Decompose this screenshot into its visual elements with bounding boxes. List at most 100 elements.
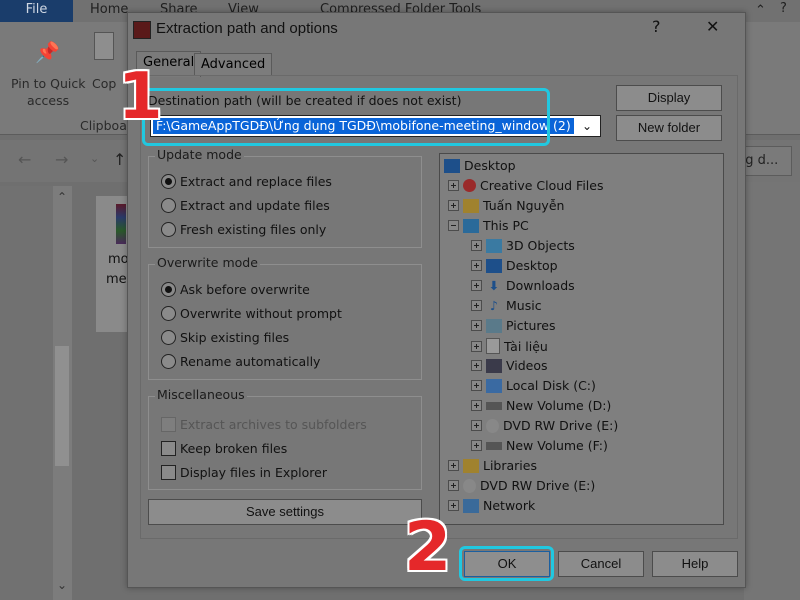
- tree-item-dvd-e[interactable]: DVD RW Drive (E:): [471, 418, 618, 433]
- check-display-in-explorer[interactable]: Display files in Explorer: [161, 465, 327, 480]
- tree-item-this-pc[interactable]: This PC: [448, 218, 529, 233]
- tree-item-3d-objects[interactable]: 3D Objects: [471, 238, 575, 253]
- tree-label: DVD RW Drive (E:): [480, 478, 596, 493]
- scroll-up-icon[interactable]: ⌃: [57, 190, 67, 204]
- radio-rename-automatically[interactable]: Rename automatically: [161, 354, 320, 369]
- file-label-2: me: [106, 272, 127, 287]
- step-2-callout: 2: [404, 508, 452, 587]
- forward-arrow-icon[interactable]: →: [55, 150, 68, 169]
- network-icon: [463, 498, 479, 513]
- tree-item-downloads[interactable]: ⬇ Downloads: [471, 278, 575, 293]
- scroll-down-icon[interactable]: ⌄: [57, 578, 67, 592]
- radio-label: Rename automatically: [180, 354, 321, 369]
- tree-item-volume-d[interactable]: New Volume (D:): [471, 398, 611, 413]
- expand-icon[interactable]: [471, 300, 482, 311]
- display-button[interactable]: Display: [616, 85, 722, 111]
- expand-icon[interactable]: [448, 200, 459, 211]
- tree-item-user[interactable]: Tuấn Nguyễn: [448, 198, 564, 213]
- check-keep-broken-files[interactable]: Keep broken files: [161, 441, 287, 456]
- expand-icon[interactable]: [448, 460, 459, 471]
- back-arrow-icon[interactable]: ←: [18, 150, 31, 169]
- expand-icon[interactable]: [471, 340, 482, 352]
- pictures-icon: [486, 318, 502, 333]
- radio-extract-update[interactable]: Extract and update files: [161, 198, 330, 213]
- checkbox-icon[interactable]: [161, 441, 176, 456]
- tree-item-local-disk-c[interactable]: Local Disk (C:): [471, 378, 596, 393]
- expand-icon[interactable]: [471, 260, 482, 271]
- radio-icon[interactable]: [161, 198, 176, 213]
- tree-label: Tài liệu: [504, 338, 548, 354]
- tab-home[interactable]: Home: [90, 2, 128, 17]
- expand-icon[interactable]: [471, 240, 482, 251]
- expand-icon[interactable]: [448, 180, 459, 191]
- tree-item-network[interactable]: Network: [448, 498, 535, 513]
- radio-icon[interactable]: [161, 222, 176, 237]
- tree-item-videos[interactable]: Videos: [471, 358, 548, 373]
- radio-icon[interactable]: [161, 306, 176, 321]
- close-icon[interactable]: ✕: [706, 17, 719, 36]
- folder-tree[interactable]: Desktop Creative Cloud Files Tuấn Nguyễn…: [439, 153, 724, 525]
- radio-overwrite-without-prompt[interactable]: Overwrite without prompt: [161, 306, 342, 321]
- dialog-titlebar[interactable]: Extraction path and options ? ✕: [128, 13, 745, 45]
- archive-file-item[interactable]: mo me: [96, 196, 130, 332]
- up-arrow-icon[interactable]: ↑: [113, 150, 126, 169]
- scroll-thumb[interactable]: [55, 346, 69, 466]
- expand-icon[interactable]: [471, 320, 482, 331]
- download-icon: ⬇: [488, 277, 500, 293]
- navigation-pane-scrollbar[interactable]: ⌃ ⌄: [53, 186, 72, 600]
- checkbox-label: Keep broken files: [180, 441, 288, 456]
- search-box[interactable]: ng d...: [737, 146, 792, 176]
- help-icon[interactable]: ?: [780, 1, 787, 16]
- chevron-down-icon[interactable]: ⌄: [90, 152, 99, 165]
- tree-item-libraries[interactable]: Libraries: [448, 458, 537, 473]
- tree-item-desktop[interactable]: Desktop: [471, 258, 558, 273]
- cancel-button[interactable]: Cancel: [558, 551, 644, 577]
- expand-icon[interactable]: [448, 480, 459, 491]
- tree-item-creative-cloud[interactable]: Creative Cloud Files: [448, 178, 604, 193]
- extraction-dialog: Extraction path and options ? ✕ General …: [127, 12, 746, 588]
- desktop-icon: [444, 158, 460, 173]
- tree-item-pictures[interactable]: Pictures: [471, 318, 556, 333]
- tree-item-volume-f[interactable]: New Volume (F:): [471, 438, 608, 453]
- radio-skip-existing[interactable]: Skip existing files: [161, 330, 289, 345]
- radio-fresh-existing[interactable]: Fresh existing files only: [161, 222, 326, 237]
- user-folder-icon: [463, 198, 479, 213]
- expand-icon[interactable]: [471, 400, 482, 411]
- radio-icon[interactable]: [161, 330, 176, 345]
- tree-item-documents[interactable]: Tài liệu: [471, 338, 548, 354]
- radio-extract-replace[interactable]: Extract and replace files: [161, 174, 332, 189]
- videos-icon: [486, 358, 502, 373]
- radio-ask-before-overwrite[interactable]: Ask before overwrite: [161, 282, 310, 297]
- chevron-down-icon[interactable]: ⌄: [582, 119, 592, 133]
- content-area-right: [744, 182, 800, 600]
- radio-selected-icon[interactable]: [161, 282, 176, 297]
- help-button[interactable]: ?: [652, 17, 661, 36]
- expand-icon[interactable]: [471, 440, 482, 451]
- copy-label[interactable]: Cop: [92, 76, 116, 91]
- tree-item-dvd-e-root[interactable]: DVD RW Drive (E:): [448, 478, 595, 493]
- checkbox-icon[interactable]: [161, 465, 176, 480]
- overwrite-mode-group: Overwrite mode Ask before overwrite Over…: [148, 255, 422, 380]
- radio-selected-icon[interactable]: [161, 174, 176, 189]
- tree-label: Creative Cloud Files: [480, 178, 604, 193]
- help-dialog-button[interactable]: Help: [652, 551, 738, 577]
- pin-label-2[interactable]: access: [27, 93, 69, 108]
- tab-advanced[interactable]: Advanced: [194, 53, 273, 76]
- chevron-up-icon[interactable]: ⌃: [755, 3, 766, 18]
- tree-label: Desktop: [506, 258, 558, 273]
- collapse-icon[interactable]: [448, 220, 459, 231]
- expand-icon[interactable]: [471, 380, 482, 391]
- new-folder-button[interactable]: New folder: [616, 115, 722, 141]
- radio-icon[interactable]: [161, 354, 176, 369]
- tab-file[interactable]: File: [0, 0, 73, 22]
- expand-icon[interactable]: [471, 280, 482, 291]
- expand-icon[interactable]: [471, 360, 482, 371]
- tree-item-desktop-root[interactable]: Desktop: [444, 158, 516, 173]
- radio-label: Extract and replace files: [180, 174, 332, 189]
- pin-label[interactable]: Pin to Quick: [11, 76, 86, 91]
- tree-item-music[interactable]: ♪ Music: [471, 298, 542, 313]
- music-icon: ♪: [490, 297, 498, 313]
- expand-icon[interactable]: [471, 420, 482, 431]
- save-settings-button[interactable]: Save settings: [148, 499, 422, 525]
- check-extract-to-subfolders: Extract archives to subfolders: [161, 417, 367, 432]
